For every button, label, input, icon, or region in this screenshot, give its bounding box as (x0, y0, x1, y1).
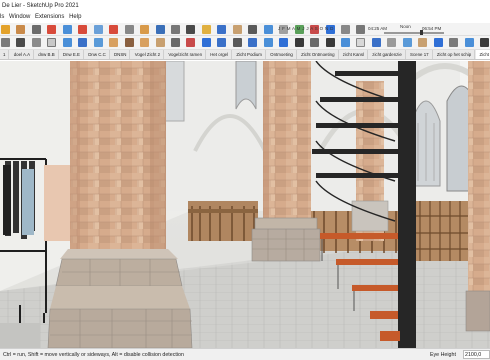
tab-scene[interactable]: Vogelzicht ramen (165, 50, 207, 59)
right-view-icon[interactable] (155, 38, 165, 47)
church-interior-scene (0, 61, 490, 348)
extension-manager-icon[interactable] (433, 38, 443, 47)
shadow-time-slider[interactable] (384, 32, 444, 34)
tab-scene[interactable]: Zicht op het schip (434, 50, 476, 59)
scale-icon[interactable] (140, 25, 150, 34)
rectangle-icon[interactable] (62, 25, 72, 34)
axes-icon[interactable] (356, 38, 366, 47)
orbit-icon[interactable] (217, 25, 227, 34)
sketchup-window: De Lier - SketchUp Pro 2021 ls Window Ex… (0, 0, 490, 360)
tab-scene[interactable]: 1 (0, 50, 10, 59)
line-icon[interactable] (31, 25, 41, 34)
menu-bar: ls Window Extensions Help (0, 12, 490, 23)
rotate-icon[interactable] (109, 25, 119, 34)
tab-scene-active[interactable]: Zicht Koffiebar (476, 50, 490, 59)
home-icon[interactable] (402, 38, 412, 47)
solid-tools-icon[interactable] (248, 38, 258, 47)
tab-scene[interactable]: Dnw C.C (85, 50, 110, 59)
tab-scene[interactable]: Scene 17 (407, 50, 433, 59)
shadow-timeline: J F M A M J J A S O N D 04:25 AM Noon 06… (252, 23, 490, 36)
warehouse-share-icon[interactable] (418, 38, 428, 47)
eraser-icon[interactable] (16, 25, 26, 34)
scenes-icon[interactable] (464, 38, 474, 47)
group-icon[interactable] (217, 38, 227, 47)
pan-icon[interactable] (232, 25, 242, 34)
model-viewport[interactable] (0, 61, 490, 348)
menu-item-tools[interactable]: ls (0, 14, 4, 20)
shadow-time-slider-handle[interactable] (420, 30, 423, 35)
monochrome-icon[interactable] (93, 38, 103, 47)
back-edges-icon[interactable] (16, 38, 26, 47)
tab-scene[interactable]: Vogel Zicht 2 (132, 50, 165, 59)
follow-me-icon[interactable] (124, 25, 134, 34)
select-icon[interactable] (1, 25, 10, 34)
views-toolbar (0, 36, 490, 50)
tab-scene[interactable]: doel A.A (11, 50, 35, 59)
tags-icon[interactable] (449, 38, 459, 47)
shadow-noon-label: Noon (400, 24, 411, 29)
tab-scene[interactable]: dnw B.B (35, 50, 59, 59)
shaded-icon[interactable] (62, 38, 72, 47)
menu-item-help[interactable]: Help (69, 14, 81, 20)
move-icon[interactable] (78, 25, 88, 34)
push-pull-icon[interactable] (93, 25, 103, 34)
status-bar: Ctrl = run, Shift = move vertically or s… (0, 348, 490, 360)
text-icon[interactable] (186, 25, 196, 34)
tab-scene[interactable]: Zicht Podium (233, 50, 266, 59)
menu-item-extensions[interactable]: Extensions (35, 14, 64, 20)
tab-scene[interactable]: Dnw E.E (60, 50, 84, 59)
tab-scene[interactable]: Het orgel (207, 50, 233, 59)
pillar-right (465, 61, 490, 332)
top-view-icon[interactable] (124, 38, 134, 47)
sandbox-icon[interactable] (263, 38, 273, 47)
tab-scene[interactable]: zicht gardenzie (369, 50, 406, 59)
shadow-time-end: 06:54 PM (422, 26, 442, 31)
model-info-icon[interactable] (480, 38, 490, 47)
component-icon[interactable] (201, 38, 211, 47)
tab-scene[interactable]: zicht Kansl (340, 50, 369, 59)
front-view-icon[interactable] (140, 38, 150, 47)
status-hint-text: Ctrl = run, Shift = move vertically or s… (3, 352, 184, 358)
section-display-icon[interactable] (371, 38, 381, 47)
protractor-icon[interactable] (387, 38, 397, 47)
scene-tabs: 1 doel A.A dnw B.B Dnw E.E Dnw C.C DNSN … (0, 50, 490, 60)
shaded-with-textures-icon[interactable] (78, 38, 88, 47)
walk-icon[interactable] (294, 38, 304, 47)
iso-view-icon[interactable] (109, 38, 119, 47)
wireframe-icon[interactable] (31, 38, 41, 47)
hidden-line-icon[interactable] (47, 38, 57, 47)
position-camera-icon[interactable] (325, 38, 335, 47)
left-view-icon[interactable] (186, 38, 196, 47)
paint-bucket-icon[interactable] (201, 25, 211, 34)
tab-scene[interactable]: Ontmoeting (267, 50, 297, 59)
styles-icon[interactable] (279, 38, 289, 47)
shadow-months[interactable]: J F M A M J J A S O N D (278, 26, 334, 31)
tab-scene[interactable]: DNSN (111, 50, 131, 59)
shadow-time-start: 04:25 AM (368, 26, 388, 31)
title-bar: De Lier - SketchUp Pro 2021 (0, 0, 490, 12)
menu-item-window[interactable]: Window (9, 14, 30, 20)
arc-icon[interactable] (47, 25, 57, 34)
look-around-icon[interactable] (310, 38, 320, 47)
x-ray-icon[interactable] (1, 38, 10, 47)
tape-measure-icon[interactable] (170, 25, 180, 34)
eye-height-label: Eye Height (430, 352, 456, 358)
tab-scene[interactable]: Zicht Ontmoeting (298, 50, 339, 59)
offset-icon[interactable] (155, 25, 165, 34)
window-title: De Lier - SketchUp Pro 2021 (2, 3, 79, 9)
back-view-icon[interactable] (170, 38, 180, 47)
dimension-icon[interactable] (340, 38, 350, 47)
outliner-icon[interactable] (232, 38, 242, 47)
eye-height-input[interactable]: 2100,0 (463, 350, 490, 359)
